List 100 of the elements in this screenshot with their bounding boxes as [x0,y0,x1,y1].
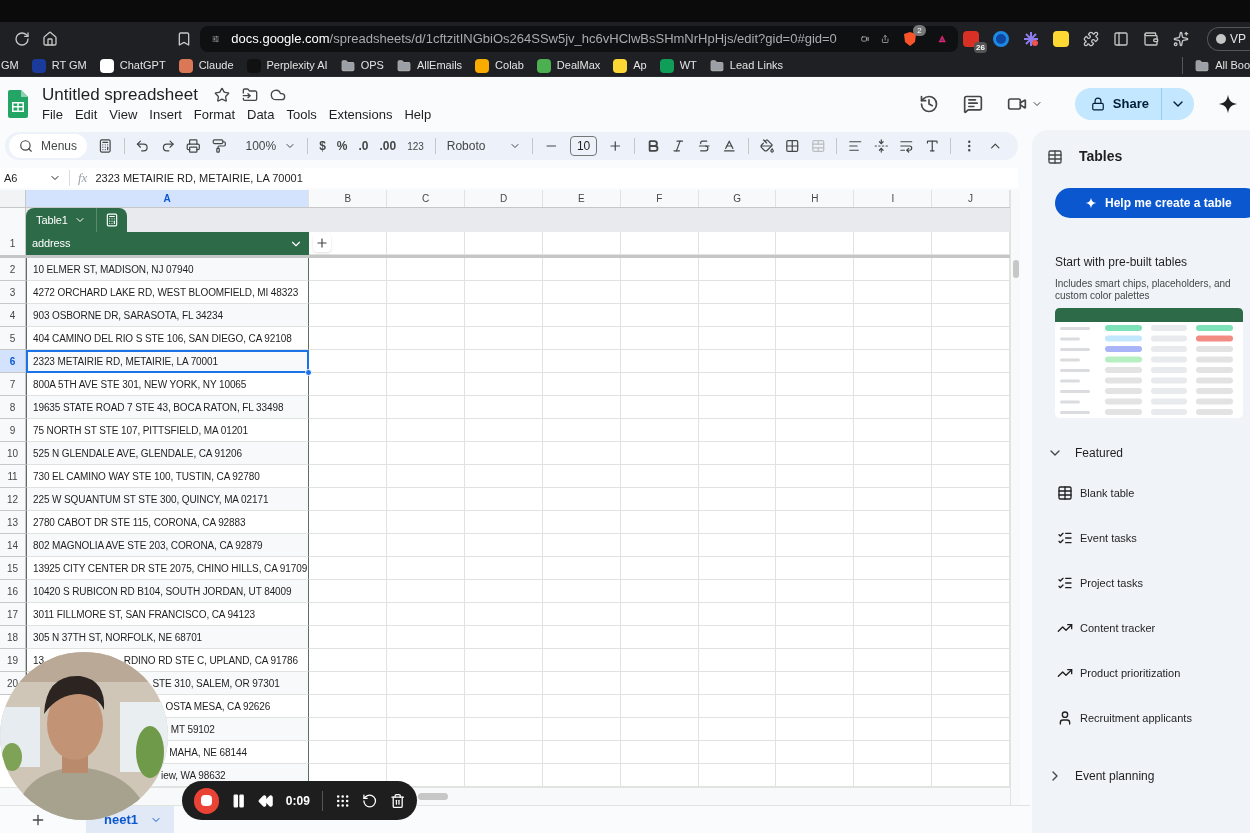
sidebar-icon[interactable] [1113,30,1129,47]
number-format-button[interactable]: .00 [379,137,397,155]
empty-cell[interactable] [465,603,543,626]
empty-cell[interactable] [854,465,933,488]
empty-cell[interactable] [776,258,855,281]
bookmark-link[interactable]: Ap [633,57,647,74]
empty-cell[interactable] [542,258,621,281]
empty-cell[interactable] [854,488,933,511]
empty-cell[interactable] [932,442,1010,465]
rewind-icon[interactable] [258,792,274,809]
empty-cell[interactable] [387,649,466,672]
empty-cell[interactable] [854,672,933,695]
template-link[interactable]: Product prioritization [1080,664,1181,682]
row-number[interactable]: 17 [0,603,26,626]
empty-cell[interactable] [542,373,621,396]
empty-cell[interactable] [387,695,466,718]
row-number[interactable]: 14 [0,534,26,557]
empty-cell[interactable] [698,741,777,764]
empty-cell[interactable] [854,557,933,580]
empty-cell[interactable] [698,442,777,465]
bookmark-link[interactable]: Claude [198,57,234,74]
number-format-button[interactable]: 123 [407,138,424,154]
empty-cell[interactable] [854,603,933,626]
row-number[interactable]: 16 [0,580,26,603]
empty-cell[interactable] [698,534,777,557]
empty-cell[interactable] [620,603,699,626]
empty-cell[interactable] [542,534,621,557]
empty-cell[interactable] [932,603,1010,626]
empty-cell[interactable] [854,373,933,396]
table-calc-icon[interactable] [98,138,113,154]
empty-cell[interactable] [387,442,466,465]
empty-cell[interactable] [932,488,1010,511]
empty-cell[interactable] [932,373,1010,396]
empty-cell[interactable] [854,442,933,465]
empty-cell[interactable] [776,373,855,396]
history-icon[interactable] [918,93,939,114]
bookmark-link[interactable]: DealMax [556,57,601,74]
empty-cell[interactable] [542,350,621,373]
bookmark-link[interactable]: AllEmails [416,57,463,74]
table-cell[interactable]: iew, WA 98632 [161,767,226,783]
row-number[interactable]: 6 [0,350,26,373]
reload-icon[interactable] [14,30,30,47]
empty-cell[interactable] [932,580,1010,603]
menu-item[interactable]: File [42,105,63,124]
bookmark-link[interactable]: GM [1,57,19,74]
empty-cell[interactable] [932,718,1010,741]
empty-cell[interactable] [776,626,855,649]
plus-icon[interactable] [608,138,623,154]
formula-field[interactable]: 2323 METAIRIE RD, METAIRIE, LA 70001 [95,169,303,187]
empty-cell[interactable] [465,511,543,534]
empty-cell[interactable] [465,718,543,741]
zoom-dropdown[interactable]: 100% [245,137,297,155]
sparkle-icon[interactable] [1173,30,1189,47]
empty-cell[interactable] [776,580,855,603]
empty-cell[interactable] [620,649,699,672]
burst-icon[interactable] [1023,30,1039,47]
ring-icon[interactable] [993,30,1009,47]
empty-cell[interactable] [932,557,1010,580]
empty-cell[interactable] [776,534,855,557]
empty-cell[interactable] [932,396,1010,419]
empty-cell[interactable] [854,327,933,350]
row-number[interactable]: 13 [0,511,26,534]
empty-cell[interactable] [620,281,699,304]
empty-cell[interactable] [698,488,777,511]
number-format-button[interactable]: % [336,137,348,155]
row-number[interactable]: 9 [0,419,26,442]
empty-cell[interactable] [854,626,933,649]
align-icon[interactable] [848,138,863,154]
empty-cell[interactable] [854,258,933,281]
empty-cell[interactable] [542,557,621,580]
bookmark-link[interactable]: WT [679,57,697,74]
empty-cell[interactable] [465,419,543,442]
print-icon[interactable] [186,138,201,154]
column-header[interactable]: C [387,190,466,207]
empty-cell[interactable] [620,327,699,350]
row-number[interactable]: 10 [0,442,26,465]
empty-cell[interactable] [465,442,543,465]
empty-cell[interactable] [776,465,855,488]
empty-cell[interactable] [542,718,621,741]
empty-cell[interactable] [698,603,777,626]
trash-icon[interactable] [389,792,405,809]
empty-cell[interactable] [620,718,699,741]
empty-cell[interactable] [776,488,855,511]
table-cell[interactable]: MT 59102 [170,721,215,737]
help-create-table-button[interactable]: Help me create a table [1055,188,1250,218]
empty-cell[interactable] [465,396,543,419]
table-name-tab[interactable]: Table1 [26,208,127,232]
wrap-icon[interactable] [899,138,914,154]
empty-cell[interactable] [387,373,466,396]
empty-cell[interactable] [620,373,699,396]
empty-cell[interactable] [387,603,466,626]
empty-cell[interactable] [465,580,543,603]
row-number[interactable]: 19 [0,649,26,672]
empty-cell[interactable] [698,396,777,419]
empty-cell[interactable] [542,442,621,465]
empty-cell[interactable] [698,327,777,350]
fill-color-icon[interactable] [759,138,775,154]
empty-cell[interactable] [620,626,699,649]
table-cell[interactable]: MAHA, NE 68144 [169,744,247,760]
empty-cell[interactable] [698,626,777,649]
